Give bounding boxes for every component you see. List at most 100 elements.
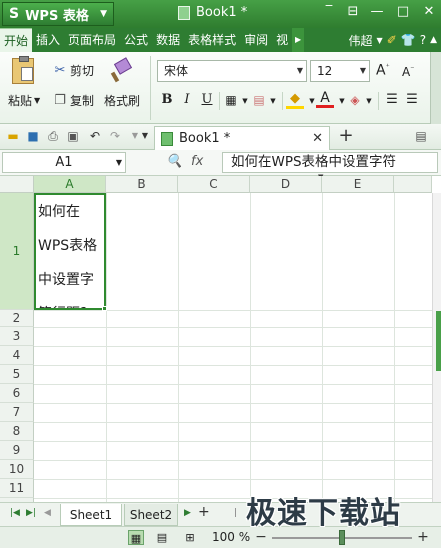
tab-formulas[interactable]: 公式 bbox=[120, 28, 152, 52]
user-name[interactable]: 伟超 bbox=[349, 32, 373, 49]
minimize-button[interactable]: — bbox=[368, 4, 386, 19]
skin-icon[interactable]: ‾ bbox=[320, 4, 338, 19]
tab-view[interactable]: 视 bbox=[272, 28, 292, 52]
first-sheet-icon[interactable]: |◀ bbox=[10, 508, 20, 518]
tab-review[interactable]: 审阅 bbox=[240, 28, 272, 52]
font-name-select[interactable]: 宋体 ▼ bbox=[157, 60, 307, 82]
close-tab-icon[interactable]: ✕ bbox=[312, 131, 323, 146]
chevron-down-icon[interactable]: ▼ bbox=[264, 91, 282, 111]
font-color-icon[interactable]: A bbox=[316, 88, 334, 108]
row-header-10[interactable]: 10 bbox=[0, 460, 34, 479]
align-left-icon[interactable]: ☰ bbox=[383, 90, 401, 110]
copy-button[interactable]: ❐ 复制 bbox=[52, 92, 94, 109]
normal-view-icon[interactable]: ▦ bbox=[128, 530, 144, 545]
tab-page-layout[interactable]: 页面布局 bbox=[64, 28, 120, 52]
menu-overflow-button[interactable]: ▶ bbox=[292, 28, 305, 52]
document-tab[interactable]: Book1 * ✕ bbox=[154, 126, 330, 150]
grid-line bbox=[34, 460, 432, 461]
fill-handle[interactable] bbox=[102, 306, 107, 311]
scroll-left-icon[interactable]: ◀ bbox=[44, 508, 51, 518]
chevron-down-icon[interactable]: ▼ bbox=[360, 91, 378, 111]
vertical-scrollbar[interactable] bbox=[432, 193, 441, 502]
format-painter-icon[interactable] bbox=[110, 57, 134, 84]
zoom-formula-icon[interactable]: 🔍 bbox=[166, 154, 182, 169]
tab-list-icon[interactable]: ▤ bbox=[414, 129, 428, 143]
ribbon-separator bbox=[378, 92, 379, 110]
row-header-1[interactable]: 1 bbox=[0, 193, 34, 310]
paste-label: 粘贴 bbox=[8, 94, 33, 108]
open-folder-icon[interactable]: ▬ bbox=[6, 129, 20, 143]
brush-icon[interactable]: ✐ bbox=[387, 33, 397, 47]
app-menu-button[interactable]: S WPS 表格 ▼ bbox=[2, 2, 114, 26]
fill-color-icon[interactable]: ◆ bbox=[286, 89, 304, 109]
ribbon-scroll-button[interactable] bbox=[430, 52, 441, 124]
zoom-slider-thumb[interactable] bbox=[339, 530, 345, 545]
task-pane-toggle[interactable] bbox=[436, 311, 441, 371]
sheet-tab-sheet2[interactable]: Sheet2 bbox=[124, 504, 178, 526]
ribbon-separator bbox=[282, 92, 283, 110]
row-header-9[interactable]: 9 bbox=[0, 441, 34, 460]
bold-button[interactable]: B bbox=[158, 90, 176, 110]
undo-icon[interactable]: ↶ bbox=[88, 129, 102, 143]
cell-a1[interactable]: 如何在 WPS表格 中设置字 符行距？ bbox=[34, 193, 106, 310]
paste-button[interactable]: 粘贴 ▼ bbox=[8, 92, 40, 109]
increase-font-button[interactable]: A⁺ bbox=[376, 62, 390, 79]
full-screen-icon[interactable]: ⊞ bbox=[182, 530, 198, 545]
close-button[interactable]: ✕ bbox=[420, 4, 438, 19]
paste-icon[interactable] bbox=[12, 56, 34, 84]
align-center-icon[interactable]: ☰ bbox=[403, 90, 421, 110]
row-header-11[interactable]: 11 bbox=[0, 479, 34, 498]
name-box[interactable]: A1 ▼ bbox=[2, 152, 126, 173]
insert-function-button[interactable]: fx bbox=[191, 154, 203, 169]
formula-input[interactable]: 如何在WPS表格中设置字符 bbox=[222, 152, 438, 173]
column-header-d[interactable]: D bbox=[250, 176, 322, 193]
ribbon: 粘贴 ▼ ✂ 剪切 ❐ 复制 格式刷 宋体 ▼ 12 ▼ A⁺ A⁻ B I U… bbox=[0, 52, 441, 124]
redo-icon[interactable]: ↷ bbox=[108, 129, 122, 143]
row-header-5[interactable]: 5 bbox=[0, 365, 34, 384]
underline-button[interactable]: U bbox=[198, 90, 216, 110]
maximize-button[interactable]: □ bbox=[394, 4, 412, 19]
wps-logo-icon: S bbox=[9, 6, 20, 22]
page-break-view-icon[interactable]: ▤ bbox=[154, 530, 170, 545]
prev-sheet-icon[interactable]: ▶| bbox=[26, 508, 36, 518]
grid-line bbox=[34, 441, 432, 442]
tab-data[interactable]: 数据 bbox=[152, 28, 184, 52]
font-size-select[interactable]: 12 ▼ bbox=[310, 60, 370, 82]
row-header-3[interactable]: 3 bbox=[0, 327, 34, 346]
cell-a1-line: 符行距？ bbox=[38, 297, 102, 308]
column-header-f[interactable] bbox=[394, 176, 432, 193]
restore-layout-icon[interactable]: ⊟ bbox=[344, 4, 362, 19]
format-painter-button[interactable]: 格式刷 bbox=[104, 92, 140, 109]
spreadsheet-grid[interactable]: A B C D E 1 2 3 4 5 6 7 8 9 10 11 如何在 WP… bbox=[0, 176, 441, 502]
new-tab-button[interactable]: + bbox=[336, 126, 356, 148]
column-header-e[interactable]: E bbox=[322, 176, 394, 193]
row-header-6[interactable]: 6 bbox=[0, 384, 34, 403]
add-sheet-button[interactable]: + bbox=[198, 504, 210, 520]
row-header-8[interactable]: 8 bbox=[0, 422, 34, 441]
tab-home[interactable]: 开始 bbox=[0, 28, 33, 52]
help-icon[interactable]: ? bbox=[420, 33, 426, 47]
column-header-a[interactable]: A bbox=[34, 176, 106, 193]
column-header-b[interactable]: B bbox=[106, 176, 178, 193]
select-all-corner[interactable] bbox=[0, 176, 34, 193]
tab-table-style[interactable]: 表格样式 bbox=[184, 28, 240, 52]
column-header-c[interactable]: C bbox=[178, 176, 250, 193]
tab-insert[interactable]: 插入 bbox=[32, 28, 64, 52]
customize-toolbar-icon[interactable]: ▼ bbox=[138, 129, 152, 143]
row-header-2[interactable]: 2 bbox=[0, 310, 34, 327]
cut-button[interactable]: ✂ 剪切 bbox=[52, 62, 94, 79]
print-icon[interactable]: ⎙ bbox=[46, 129, 60, 143]
zoom-level[interactable]: 100 % bbox=[212, 530, 250, 544]
save-icon[interactable]: ■ bbox=[26, 129, 40, 143]
zoom-in-button[interactable]: + bbox=[416, 529, 430, 545]
sheet-tab-sheet1[interactable]: Sheet1 bbox=[60, 504, 122, 526]
sheet-splitter[interactable]: | bbox=[234, 508, 237, 518]
next-sheet-icon[interactable]: ▶ bbox=[184, 508, 191, 518]
shirt-icon[interactable]: 👕 bbox=[401, 33, 416, 47]
row-header-7[interactable]: 7 bbox=[0, 403, 34, 422]
row-header-4[interactable]: 4 bbox=[0, 346, 34, 365]
italic-button[interactable]: I bbox=[178, 90, 196, 110]
decrease-font-button[interactable]: A⁻ bbox=[402, 64, 414, 79]
print-preview-icon[interactable]: ▣ bbox=[66, 129, 80, 143]
collapse-ribbon-icon[interactable]: ▲ bbox=[430, 35, 437, 45]
